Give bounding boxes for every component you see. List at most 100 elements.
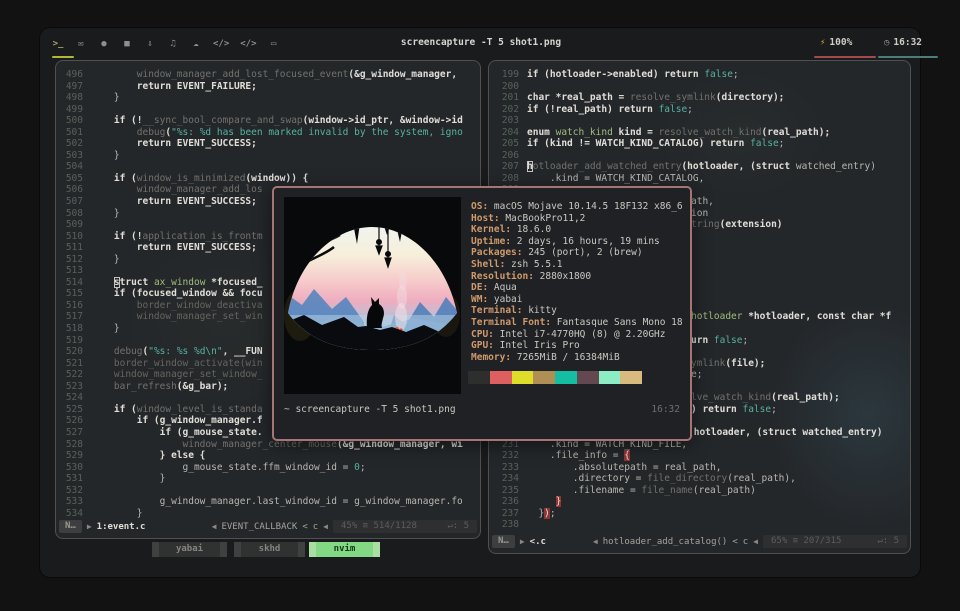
code-line: 497 return EVENT_FAILURE; [56,81,479,93]
line-number: 504 [65,161,83,173]
system-info-line: Shell: zsh 5.5.1 [471,258,563,270]
line-number: 512 [65,253,83,265]
code-line: 236 } [489,496,909,508]
line-number: 529 [65,450,83,462]
system-info-line: CPU: Intel i7-4770HQ (8) @ 2.20GHz [471,328,666,340]
system-info-line: Uptime: 2 days, 16 hours, 19 mins [471,235,660,247]
vim-mode-badge: N… [59,520,82,534]
filetype: c [742,536,749,547]
separator-arrow-icon: ▶ [519,537,525,547]
line-number: 517 [65,311,83,323]
line-number: 516 [65,299,83,311]
code-line: 204 enum watch_kind kind = resolve_watch_… [489,127,909,139]
active-icon-underline [52,56,74,58]
line-number: 519 [65,334,83,346]
line-number: 514 [65,276,83,288]
line-number: 509 [65,219,83,231]
separator: < [732,536,738,547]
line-number: 234 [501,473,519,485]
line-number: 237 [501,507,519,519]
palette-swatch [576,371,599,384]
code-line: 234 .directory = file_directory(real_pat… [489,473,909,485]
line-number: 497 [65,80,83,92]
battery-bolt-icon: ⚡ [820,38,826,48]
system-info-line: Resolution: 2880x1800 [471,270,592,282]
code-line: 503 } [56,150,479,162]
code-line: 496 window_manager_add_lost_focused_even… [56,69,479,81]
battery-percent: 100% [829,37,853,48]
line-number: 501 [65,126,83,138]
line-number: 207 [501,161,519,173]
code-line: 200 [489,81,909,93]
line-number: 522 [65,369,83,381]
code-line: 502 return EVENT_SUCCESS; [56,138,479,150]
code-line: 233 .absolutepath = real_path, [489,462,909,474]
terminal-color-palette [468,371,642,384]
line-number: 208 [501,172,519,184]
line-number: 510 [65,230,83,242]
clock-indicator: ◷ 16:32 [878,37,938,58]
shell-command: ~ screencapture -T 5 shot1.png [284,404,456,415]
code-line: 202 if (!real_path) return false; [489,104,909,116]
wallpaper-image [284,197,461,394]
line-number: 202 [501,103,519,115]
line-number: 518 [65,323,83,335]
code-line: 500 if (!__sync_bool_compare_and_swap(wi… [56,115,479,127]
code-line: 199 if (hotloader->enabled) return false; [489,69,909,81]
neofetch-popup-window[interactable]: OS: macOS Mojave 10.14.5 18F132 x86_6 Hos… [272,186,692,441]
code-line: 206 [489,150,909,162]
line-number: 521 [65,357,83,369]
palette-swatch [489,371,512,384]
line-number: 205 [501,138,519,150]
scroll-position: 65% ≡ 207/315 ↵: 5 [763,535,907,549]
code-line: 235 .filename = file_name(real_path) [489,485,909,497]
code-line: 238 [489,519,909,531]
line-number: 508 [65,207,83,219]
system-info-line: Terminal Font: Fantasque Sans Mono 18 [471,316,683,328]
statusline-time: 16:32 [651,404,680,415]
system-info-list: OS: macOS Mojave 10.14.5 18F132 x86_6 Hos… [471,201,683,363]
palette-swatch [620,371,642,384]
line-number: 204 [501,126,519,138]
window-title: screencapture -T 5 shot1.png [400,37,562,48]
code-line: 505 if (window_is_minimized(window)) { [56,173,479,185]
line-number: 506 [65,184,83,196]
line-number: 199 [501,69,519,80]
tmux-tab-nvim[interactable]: nvim [309,542,380,557]
code-line: 498 } [56,92,479,104]
separator: < [302,521,308,532]
system-info-line: Packages: 245 (port), 2 (brew) [471,247,643,259]
separator-arrow-icon: ◀ [753,537,758,547]
tmux-tab-skhd[interactable]: skhd [234,542,305,557]
popup-statusline: ~ screencapture -T 5 shot1.png 16:32 [284,404,680,418]
line-number: 206 [501,149,519,161]
system-info-line: GPU: Intel Iris Pro [471,340,580,352]
code-line: 534 } [56,508,479,520]
code-line: 499 [56,104,479,116]
tmux-tab-yabai[interactable]: yabai [152,542,227,557]
line-number: 236 [501,496,519,508]
code-line: 529 } else { [56,450,479,462]
palette-swatch [468,371,490,384]
line-number: 520 [65,346,83,358]
separator-arrow-icon: ▶ [86,522,92,532]
battery-underline [814,56,876,58]
line-number: 524 [65,392,83,404]
line-number: 200 [501,80,519,92]
separator-arrow-icon: ◀ [211,522,217,532]
line-number: 523 [65,380,83,392]
line-number: 232 [501,450,519,462]
clock-icon: ◷ [884,38,890,48]
battery-indicator: ⚡ 100% [814,37,876,58]
line-number: 505 [65,172,83,184]
line-number: 513 [65,265,83,277]
line-number: 515 [65,288,83,300]
system-info-line: WM: yabai [471,293,523,305]
code-line: 201 char *real_path = resolve_symlink(dir… [489,92,909,104]
statusbar-right: N… ▶ <.c ◀ hotloader_add_catalog() < c ◀… [492,535,907,550]
code-line: 532 [56,485,479,497]
code-line: 203 [489,115,909,127]
line-number: 502 [65,138,83,150]
code-line: 504 [56,161,479,173]
line-number: 498 [65,92,83,104]
